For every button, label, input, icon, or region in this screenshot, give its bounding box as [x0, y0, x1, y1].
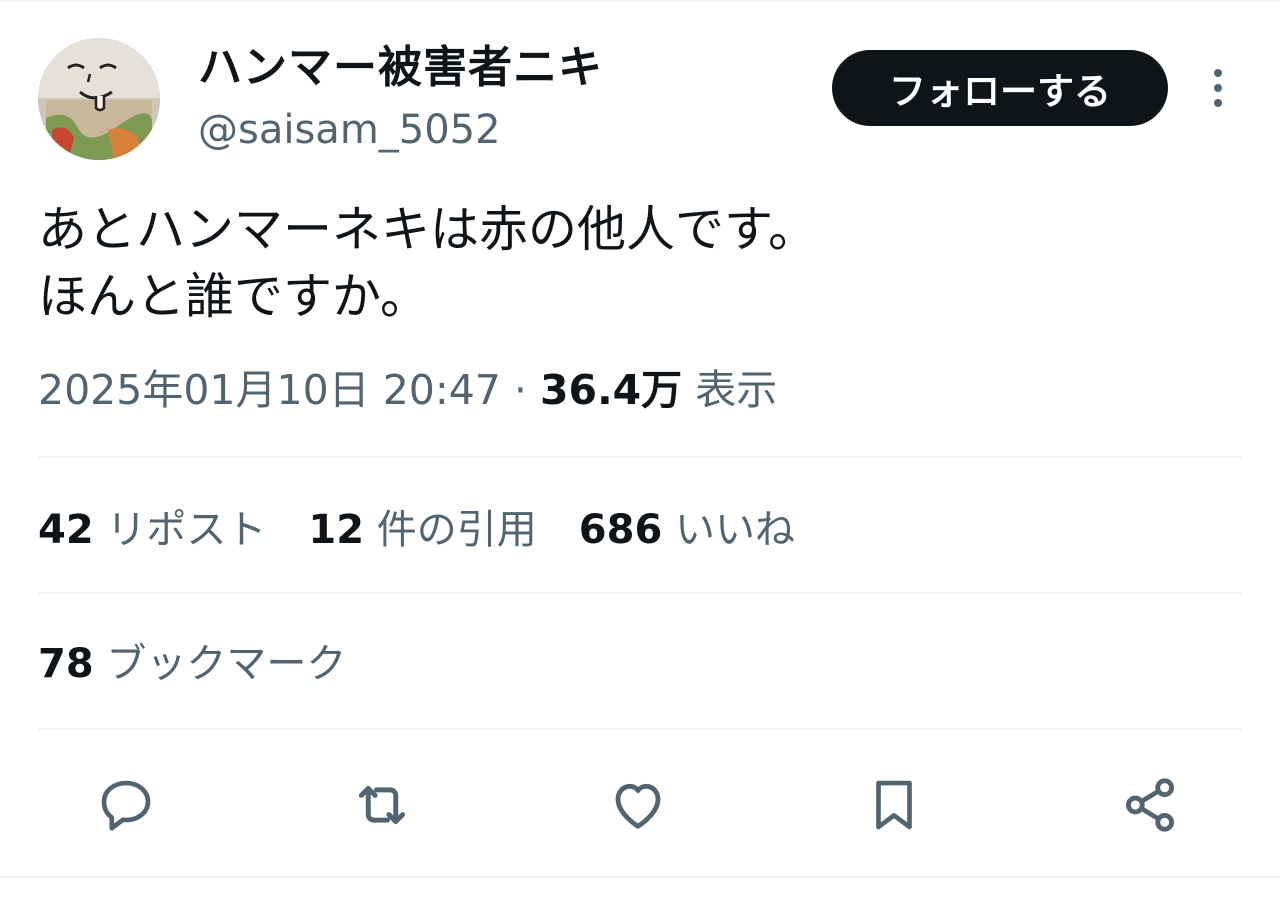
action-bar [0, 762, 1280, 848]
reply-icon[interactable] [86, 762, 166, 848]
avatar-image [38, 38, 160, 160]
quotes-label: 件の引用 [376, 507, 537, 553]
likes-stat[interactable]: 686 いいね [579, 504, 795, 556]
likes-label: いいね [675, 507, 795, 553]
engagement-stats: 42 リポスト 12 件の引用 686 いいね [38, 504, 795, 556]
avatar[interactable] [38, 38, 160, 160]
more-vertical-icon[interactable] [1200, 66, 1236, 110]
author-handle[interactable]: @saisam_5052 [198, 104, 501, 156]
reposts-stat[interactable]: 42 リポスト [38, 504, 266, 556]
views-label: 表示 [695, 366, 778, 414]
likes-count: 686 [578, 507, 663, 553]
bottom-divider [0, 876, 1280, 878]
tweet-meta: 2025年01月10日 20:47 · 36.4万 表示 [38, 364, 777, 416]
follow-button[interactable]: フォローする [832, 50, 1168, 126]
views-count: 36.4万 [540, 366, 683, 414]
bookmarks-stat[interactable]: 78 ブックマーク [38, 638, 346, 690]
tweet-datetime[interactable]: 2025年01月10日 20:47 [38, 366, 501, 414]
divider [38, 592, 1242, 594]
retweet-icon[interactable] [342, 762, 422, 848]
divider [38, 456, 1242, 458]
divider [38, 728, 1242, 730]
quotes-count: 12 [308, 507, 365, 553]
share-icon[interactable] [1110, 762, 1190, 848]
like-icon[interactable] [598, 762, 678, 848]
bookmarks-label: ブックマーク [106, 641, 347, 687]
reposts-label: リポスト [106, 507, 267, 553]
tweet-text: あとハンマーネキは赤の他人です。 ほんと誰ですか。 [38, 196, 817, 330]
tweet-line: あとハンマーネキは赤の他人です。 [38, 201, 818, 258]
tweet-line: ほんと誰ですか。 [38, 268, 430, 325]
meta-separator: · [513, 366, 527, 414]
bookmark-icon[interactable] [854, 762, 934, 848]
author-display-name[interactable]: ハンマー被害者ニキ [198, 40, 603, 96]
reposts-count: 42 [38, 507, 94, 553]
bookmarks-count: 78 [38, 641, 94, 687]
quotes-stat[interactable]: 12 件の引用 [308, 504, 536, 556]
top-divider [0, 0, 1280, 2]
